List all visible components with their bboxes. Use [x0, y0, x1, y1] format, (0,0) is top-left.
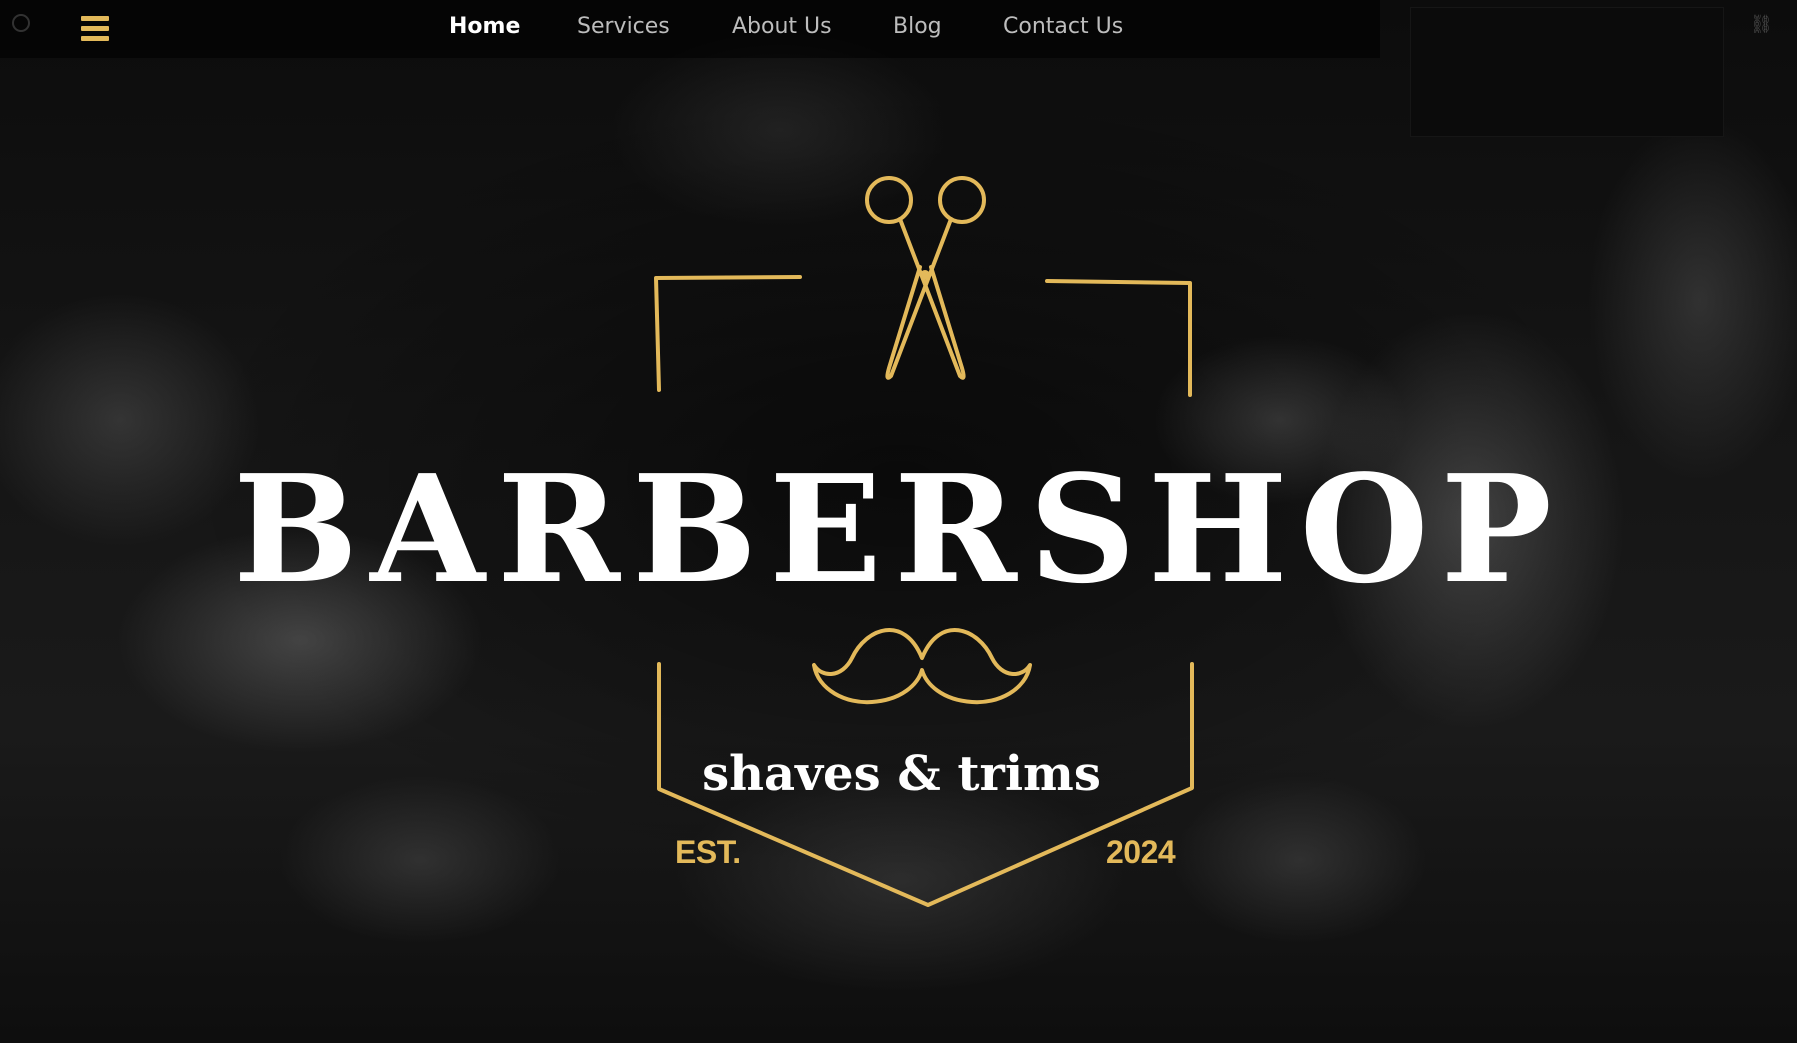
established-year: 2024: [1106, 834, 1176, 870]
established-label: EST.: [675, 834, 741, 870]
top-left-bracket: [654, 275, 802, 392]
tagline: shaves & trims: [702, 746, 1101, 802]
scissors-icon: [865, 176, 986, 380]
mustache-icon: [812, 628, 1032, 705]
brand-title: BARBERSHOP: [233, 442, 1564, 616]
hero-section: Home Services About Us Blog Contact Us ⛓: [0, 0, 1797, 1043]
top-right-bracket: [1045, 279, 1192, 397]
